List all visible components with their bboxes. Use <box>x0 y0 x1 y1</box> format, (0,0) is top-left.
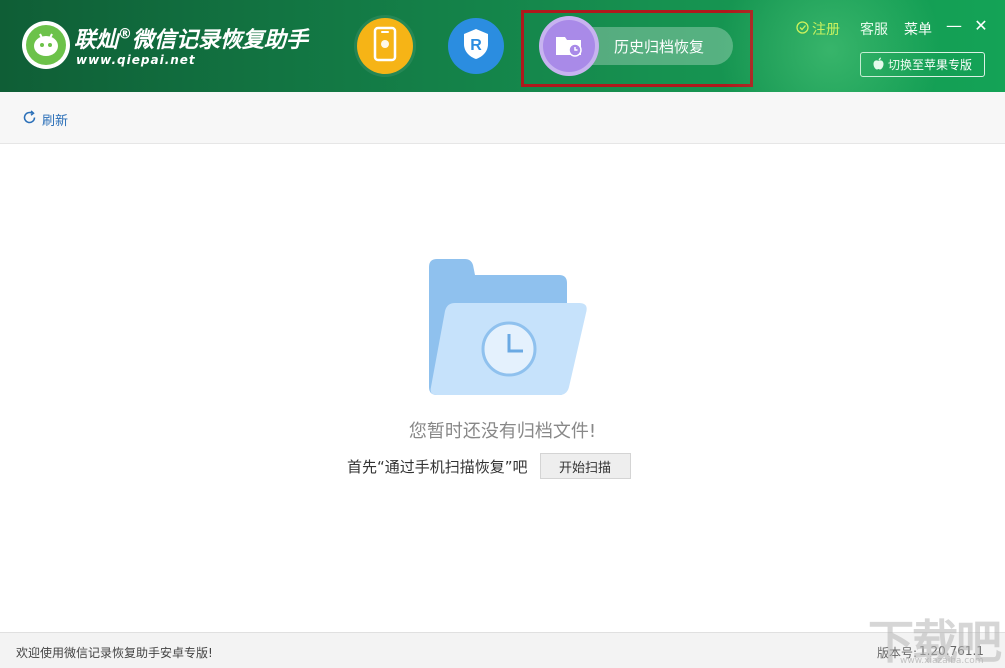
highlight-annotation <box>521 10 753 87</box>
customer-service-link[interactable]: 客服 <box>860 19 888 39</box>
minimize-button[interactable]: — <box>944 16 964 36</box>
scan-hint-row: 首先“通过手机扫描恢复”吧 开始扫描 <box>347 453 631 479</box>
android-mode-button[interactable] <box>357 18 413 74</box>
apple-icon <box>873 57 884 73</box>
scan-hint-text: 首先“通过手机扫描恢复”吧 <box>347 457 528 476</box>
shield-r-icon: R <box>461 27 491 65</box>
start-scan-button[interactable]: 开始扫描 <box>539 453 631 479</box>
empty-message: 您暂时还没有归档文件! <box>408 421 597 442</box>
switch-to-apple-button[interactable]: 切换至苹果专版 <box>860 52 985 77</box>
brand-name: 联灿 <box>74 28 119 53</box>
register-link[interactable]: 注册 <box>796 19 840 39</box>
refresh-icon <box>22 110 37 129</box>
toolbar: 刷新 <box>0 92 1005 144</box>
status-bar: 欢迎使用微信记录恢复助手安卓专版! 版本号: 1.20.761.1 <box>0 632 1005 668</box>
main-content: 您暂时还没有归档文件! 首先“通过手机扫描恢复”吧 开始扫描 <box>0 145 1005 632</box>
app-logo-icon <box>22 21 70 69</box>
watermark-url: www.xiazaiba.com <box>900 656 984 666</box>
ios-mode-button[interactable]: R <box>448 18 504 74</box>
app-window: 联灿®微信记录恢复助手 www.qiepai.net R 历史归档恢复 注册 客… <box>0 0 1005 668</box>
minimize-icon: — <box>946 16 962 35</box>
brand-product: 微信记录恢复助手 <box>132 28 309 53</box>
brand-url: www.qiepai.net <box>76 53 196 67</box>
check-circle-icon <box>796 20 809 38</box>
phone-icon <box>373 26 397 66</box>
register-label: 注册 <box>812 22 840 38</box>
empty-folder-clock-icon <box>427 259 589 397</box>
refresh-button[interactable]: 刷新 <box>22 110 68 129</box>
close-icon: ✕ <box>974 16 988 35</box>
close-button[interactable]: ✕ <box>971 16 991 36</box>
registered-mark: ® <box>118 26 133 43</box>
refresh-label: 刷新 <box>42 114 69 129</box>
menu-link[interactable]: 菜单 <box>904 19 932 39</box>
welcome-text: 欢迎使用微信记录恢复助手安卓专版! <box>16 646 213 660</box>
title-bar: 联灿®微信记录恢复助手 www.qiepai.net R 历史归档恢复 注册 客… <box>0 0 1005 92</box>
r-glyph: R <box>470 37 482 54</box>
brand-title: 联灿®微信记录恢复助手 <box>74 22 308 54</box>
switch-label: 切换至苹果专版 <box>887 58 972 72</box>
